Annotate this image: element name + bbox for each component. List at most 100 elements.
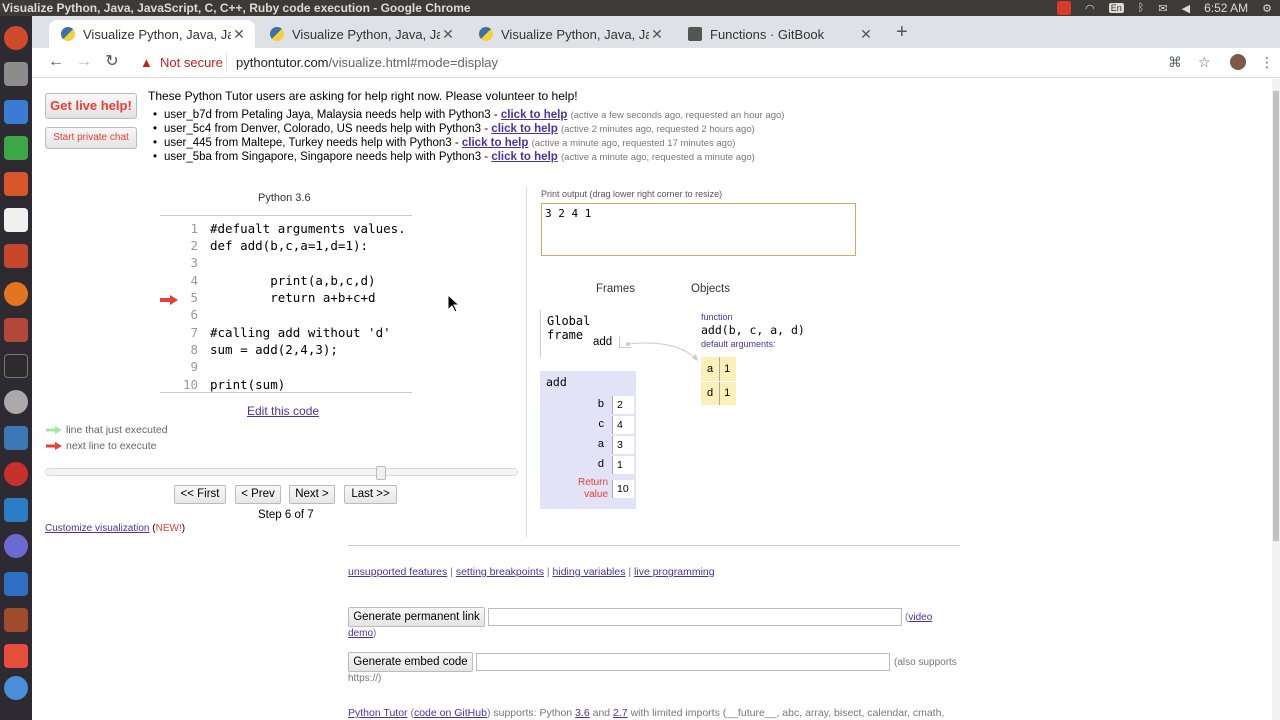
table-row: d1: [701, 381, 737, 406]
prev-button[interactable]: < Prev: [235, 485, 281, 504]
generate-permanent-link-button[interactable]: Generate permanent link: [348, 607, 485, 627]
firefox-icon[interactable]: [4, 282, 28, 306]
warning-icon[interactable]: ▲: [140, 55, 153, 70]
start-private-chat-button[interactable]: Start private chat: [45, 127, 137, 149]
settings-icon[interactable]: [4, 244, 28, 268]
tab-visualize-2[interactable]: Visualize Python, Java, Ja ✕: [258, 20, 464, 48]
mail-icon[interactable]: ✉: [1158, 2, 1167, 15]
matlab-icon[interactable]: [4, 498, 28, 522]
generate-embed-code-button[interactable]: Generate embed code: [348, 652, 473, 672]
step-slider-handle[interactable]: [376, 466, 386, 480]
app-icon[interactable]: [4, 534, 28, 558]
hiding-variables-link[interactable]: hiding variables: [553, 566, 626, 578]
page-scrollbar[interactable]: [1272, 79, 1280, 720]
power-gear-icon[interactable]: ⚙: [1262, 2, 1272, 15]
help-links-row: unsupported features | setting breakpoin…: [348, 566, 715, 578]
app-icon-2[interactable]: [4, 572, 28, 596]
executed-arrow-icon: [46, 426, 62, 434]
paint-icon[interactable]: [4, 318, 28, 342]
add-stack-frame: add b2 c4 a3 d1 Return value 10: [540, 371, 636, 509]
legend-executed: line that just executed: [46, 424, 168, 436]
click-to-help-link[interactable]: click to help: [491, 123, 557, 135]
github-link[interactable]: code on GitHub: [414, 707, 487, 719]
click-to-help-link[interactable]: click to help: [501, 109, 567, 121]
click-to-help-link[interactable]: click to help: [462, 137, 528, 149]
terminal-icon[interactable]: [4, 354, 28, 378]
clock[interactable]: 6:52 AM: [1204, 1, 1248, 15]
app-icon-3[interactable]: [4, 608, 28, 632]
customize-link[interactable]: Customize visualization: [45, 523, 150, 534]
code-line: 4 print(a,b,c,d): [190, 273, 376, 288]
files-icon[interactable]: [4, 62, 28, 86]
writer-icon[interactable]: [4, 100, 28, 124]
address-bar[interactable]: pythontutor.com/visualize.html#mode=disp…: [236, 55, 498, 70]
permanent-link-field[interactable]: [488, 608, 902, 626]
bluetooth-icon[interactable]: ᛒ: [1138, 2, 1145, 14]
customize-visualization: Customize visualization (NEW!): [45, 523, 186, 534]
frame-title: add: [546, 375, 567, 389]
python-tutor-link[interactable]: Python Tutor: [348, 707, 408, 719]
reload-icon[interactable]: ↻: [104, 54, 120, 70]
table-row: a1: [701, 357, 737, 382]
legend-next: next line to execute: [46, 440, 156, 452]
get-live-help-button[interactable]: Get live help!: [45, 93, 137, 119]
impress-icon[interactable]: [4, 172, 28, 196]
back-arrow-icon[interactable]: ←: [48, 54, 64, 70]
setting-breakpoints-link[interactable]: setting breakpoints: [456, 566, 544, 578]
amazon-icon[interactable]: [4, 208, 28, 232]
python-favicon-icon: [479, 27, 493, 41]
close-icon[interactable]: ✕: [440, 26, 456, 43]
close-icon[interactable]: ✕: [649, 26, 665, 43]
https-note: https://): [348, 673, 382, 684]
keyboard-layout-indicator[interactable]: En: [1108, 3, 1124, 13]
scrollbar-thumb[interactable]: [1273, 91, 1279, 541]
click-to-help-link[interactable]: click to help: [491, 151, 557, 163]
profile-avatar[interactable]: [1230, 54, 1246, 70]
security-indicator[interactable]: Not secure: [160, 55, 223, 70]
edit-code-link[interactable]: Edit this code: [247, 404, 319, 418]
app-icon-4[interactable]: [4, 644, 28, 668]
tab-visualize-1[interactable]: Visualize Python, Java, Ja ✕: [49, 20, 255, 48]
menu-dots-icon[interactable]: ⋮: [1260, 54, 1274, 71]
forward-arrow-icon[interactable]: →: [76, 54, 92, 70]
tab-functions-gitbook[interactable]: Functions · GitBook ✕: [676, 20, 882, 48]
video-demo-link[interactable]: video: [908, 612, 932, 623]
next-line-arrow-icon: [160, 295, 178, 305]
tab-visualize-3[interactable]: Visualize Python, Java, Ja ✕: [467, 20, 673, 48]
calc-icon[interactable]: [4, 136, 28, 160]
translate-icon[interactable]: ⌘: [1168, 54, 1182, 71]
browser-toolbar: ← → ↻ ▲ Not secure pythontutor.com/visua…: [32, 48, 1280, 78]
record-indicator-icon[interactable]: [1057, 1, 1072, 15]
list-item: user_445 from Maltepe, Turkey needs help…: [148, 136, 784, 150]
first-button[interactable]: << First: [174, 485, 226, 504]
embed-code-field[interactable]: [476, 653, 890, 671]
volume-icon[interactable]: ◀: [1182, 2, 1190, 15]
chrome-icon[interactable]: [4, 676, 28, 700]
close-icon[interactable]: ✕: [858, 26, 874, 43]
new-tab-icon[interactable]: +: [896, 22, 908, 42]
python36-link[interactable]: 3.6: [575, 707, 590, 719]
print-output-box[interactable]: 3 2 4 1: [541, 203, 856, 256]
function-kind-label: function: [701, 312, 733, 322]
bookmark-star-icon[interactable]: ☆: [1198, 54, 1211, 71]
last-button[interactable]: Last >>: [344, 485, 397, 504]
code-line-current: 5 return a+b+c+d: [190, 290, 376, 305]
screen-recorder-icon[interactable]: [4, 462, 28, 486]
step-slider-track[interactable]: [45, 468, 518, 476]
python27-link[interactable]: 2.7: [613, 707, 628, 719]
video-demo-link-2[interactable]: demo: [348, 628, 373, 639]
video-demo-note-wrap: demo): [348, 628, 377, 639]
unsupported-features-link[interactable]: unsupported features: [348, 566, 447, 578]
close-icon[interactable]: ✕: [231, 26, 247, 43]
default-arguments-label: default arguments:: [701, 339, 776, 349]
frames-heading: Frames: [596, 283, 635, 295]
ubuntu-dash-icon[interactable]: [4, 26, 28, 50]
live-programming-link[interactable]: live programming: [634, 566, 715, 578]
code-line: 3: [190, 255, 198, 270]
next-button[interactable]: Next >: [289, 485, 335, 504]
disk-icon[interactable]: [4, 390, 28, 414]
browser-tab-strip: Visualize Python, Java, Ja ✕ Visualize P…: [32, 16, 1280, 48]
network-icon[interactable]: [4, 426, 28, 450]
function-object: function add(b, c, a, d) default argumen…: [701, 312, 805, 349]
wifi-icon[interactable]: ◠: [1085, 2, 1095, 15]
